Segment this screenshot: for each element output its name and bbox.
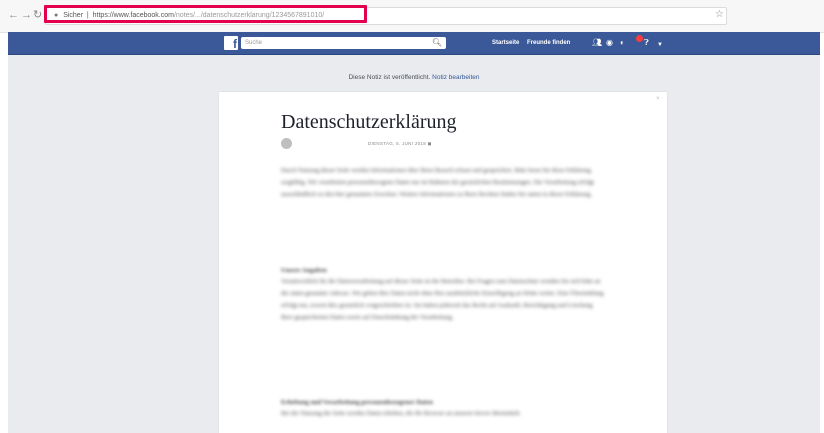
- note-heading: Unsere Angaben: [281, 267, 327, 274]
- arrow-right-icon[interactable]: →: [21, 8, 32, 22]
- publish-notice: Diese Notiz ist veröffentlicht. Notiz be…: [8, 73, 820, 82]
- nav-home-link[interactable]: Startseite: [492, 39, 519, 48]
- note-paragraph: Bei der Nutzung der Seite werden Daten e…: [281, 410, 521, 417]
- star-icon[interactable]: ☆: [715, 8, 724, 22]
- search-icon[interactable]: 🔍︎: [428, 37, 446, 49]
- search-input[interactable]: Suche: [241, 37, 446, 49]
- dropdown-arrow-icon[interactable]: ▼: [657, 40, 663, 50]
- globe-icon: ◼: [427, 141, 432, 146]
- note-title: Datenschutzerklärung: [281, 111, 457, 133]
- friend-requests-icon[interactable]: 👥︎: [592, 38, 602, 48]
- avatar[interactable]: [281, 138, 292, 149]
- note-paragraph: Verantwortlich für die Datenverarbeitung…: [281, 278, 604, 321]
- browser-toolbar: ← → ↻ ● Sicher | https://www.facebook.co…: [0, 0, 824, 33]
- note-card: × Datenschutzerklärung DIENSTAG, 5. JUNI…: [219, 92, 667, 433]
- notification-badge: [636, 35, 643, 42]
- reload-icon[interactable]: ↻: [33, 8, 42, 22]
- edit-note-link[interactable]: Notiz bearbeiten: [432, 74, 479, 81]
- nav-find-friends-link[interactable]: Freunde finden: [527, 39, 570, 48]
- page-background: Diese Notiz ist veröffentlicht. Notiz be…: [8, 55, 820, 433]
- messages-icon[interactable]: ◉: [606, 38, 613, 48]
- facebook-logo[interactable]: f: [224, 36, 238, 50]
- url-highlight-box: [44, 5, 367, 23]
- close-icon[interactable]: ×: [656, 96, 660, 102]
- help-icon[interactable]: ❓︎: [644, 38, 649, 48]
- note-heading: Erhebung und Verarbeitung personenbezoge…: [281, 399, 433, 406]
- facebook-top-bar: f Suche 🔍︎ Startseite Freunde finden 👥︎ …: [8, 32, 820, 55]
- notifications-icon[interactable]: ◐: [620, 38, 625, 48]
- note-paragraph: Durch Nutzung dieser Seite werden Inform…: [281, 167, 594, 198]
- arrow-left-icon[interactable]: ←: [8, 8, 19, 22]
- notice-text: Diese Notiz ist veröffentlicht.: [348, 74, 433, 81]
- note-date: DIENSTAG, 5. JUNI 2018 ◼: [368, 141, 432, 146]
